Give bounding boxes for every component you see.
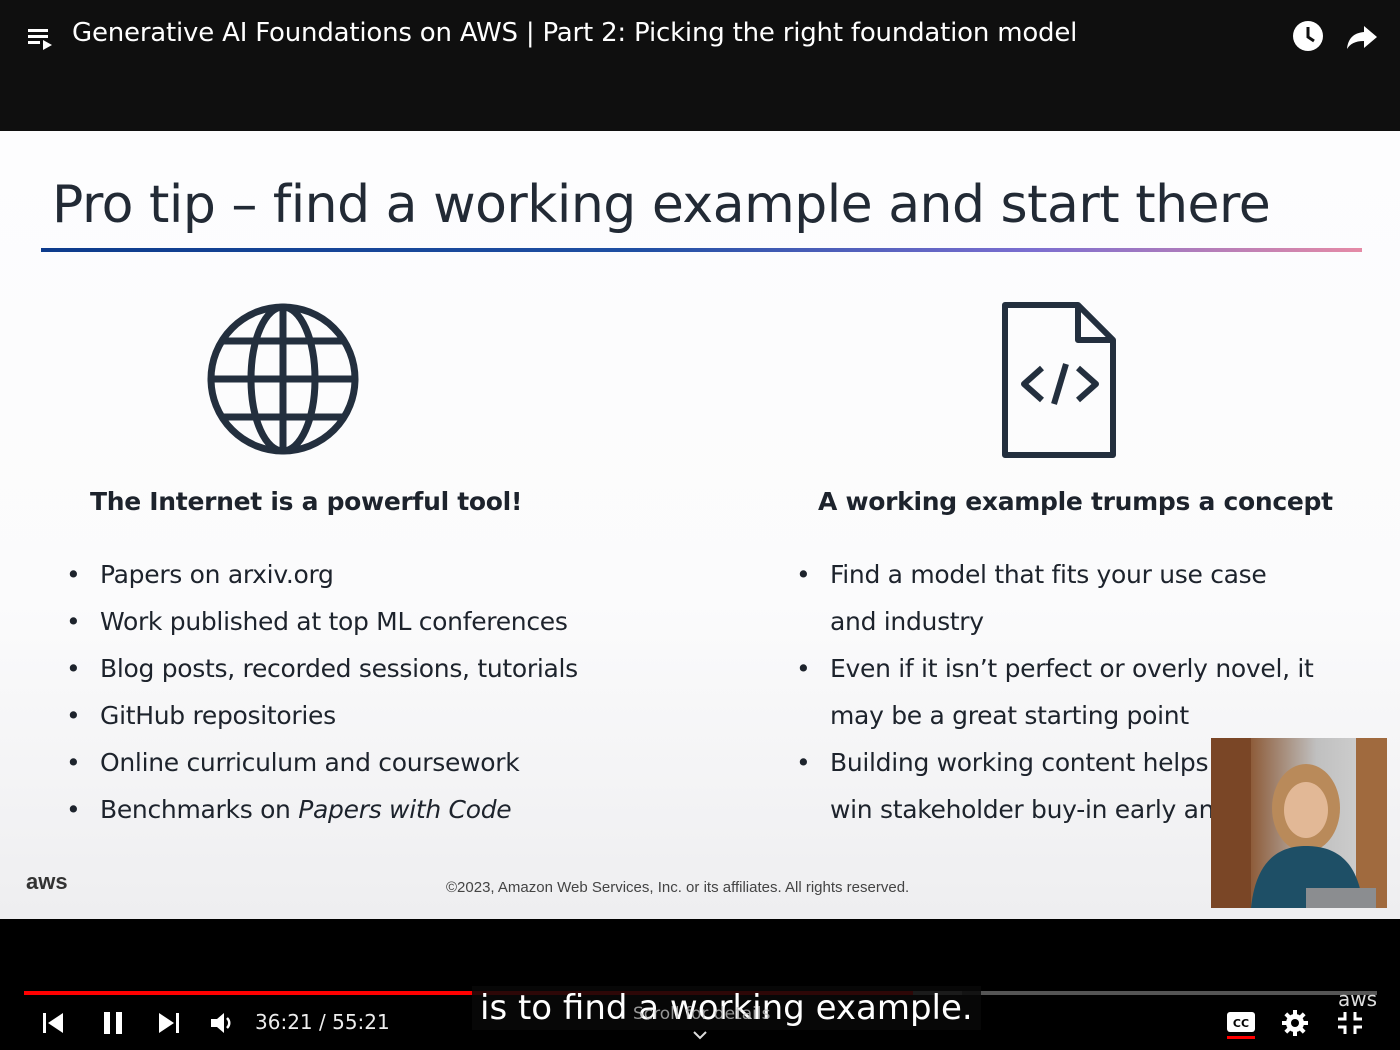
slide-title: Pro tip – find a working example and sta… [52,175,1271,235]
list-item: Work published at top ML conferences [66,598,578,645]
right-column-heading: A working example trumps a concept [818,487,1333,516]
exit-fullscreen-icon[interactable] [1336,1010,1364,1036]
cc-active-indicator [1227,1036,1255,1039]
player-top-bar: Generative AI Foundations on AWS | Part … [0,0,1400,131]
code-file-icon [1002,302,1116,458]
scroll-for-details-hint[interactable]: Scroll for details [633,1004,770,1024]
volume-icon[interactable] [208,1009,236,1037]
presentation-slide: Pro tip – find a working example and sta… [0,131,1400,919]
watch-later-icon[interactable] [1290,18,1326,54]
title-underline [41,248,1362,252]
settings-icon[interactable] [1281,1009,1309,1037]
presenter-video-inset [1211,738,1387,908]
pause-icon[interactable] [99,1009,127,1037]
previous-icon[interactable] [40,1010,66,1036]
svg-text:CC: CC [1233,1017,1249,1030]
video-title[interactable]: Generative AI Foundations on AWS | Part … [72,18,1077,48]
list-item: Even if it isn’t perfect or overly novel… [796,645,1314,692]
list-item: GitHub repositories [66,692,578,739]
left-bullet-list: Papers on arxiv.org Work published at to… [66,551,578,833]
list-item-continuation: may be a great starting point [830,701,1189,730]
list-item: Find a model that fits your use case [796,551,1314,598]
presenter-image [1211,738,1387,908]
left-column-heading: The Internet is a powerful tool! [90,487,523,516]
share-icon[interactable] [1344,18,1380,54]
list-item-text: Benchmarks on [100,795,299,824]
next-icon[interactable] [156,1010,182,1036]
aws-logo: aws [26,869,68,894]
cc-icon[interactable]: CC [1226,1010,1256,1034]
time-display: 36:21 / 55:21 [255,1010,390,1034]
list-item: Online curriculum and coursework [66,739,578,786]
list-item: Blog posts, recorded sessions, tutorials [66,645,578,692]
globe-icon [207,303,359,455]
list-item-benchmarks: Benchmarks on Papers with Code [66,786,578,833]
papers-with-code-text: Papers with Code [298,795,512,824]
playlist-icon[interactable] [26,24,56,54]
chevron-down-icon[interactable] [692,1029,708,1041]
list-item: Papers on arxiv.org [66,551,578,598]
copyright-text: ©2023, Amazon Web Services, Inc. or its … [446,879,910,896]
list-item-continuation: and industry [830,607,984,636]
aws-watermark: aws [1338,987,1378,1011]
